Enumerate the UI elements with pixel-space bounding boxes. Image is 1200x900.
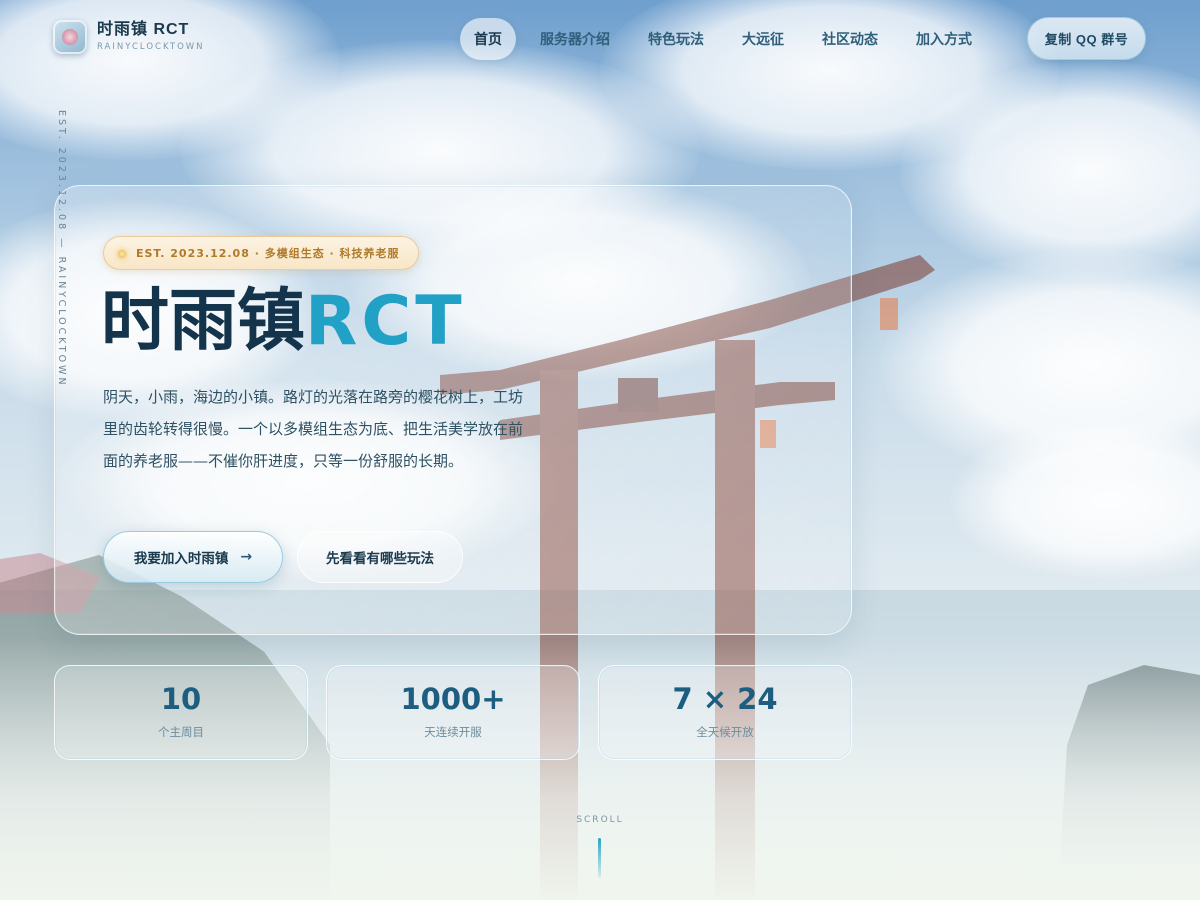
badge-text: EST. 2023.12.08 · 多模组生态 · 科技养老服 (136, 247, 400, 260)
stat-card: 1000+ 天连续开服 (326, 665, 580, 760)
established-badge: EST. 2023.12.08 · 多模组生态 · 科技养老服 (103, 236, 419, 270)
main-nav: 首页 服务器介绍 特色玩法 大远征 社区动态 加入方式 (460, 18, 986, 60)
site-header: 时雨镇 RCT RAINYCLOCKTOWN 首页 服务器介绍 特色玩法 大远征… (0, 0, 1200, 78)
hero-title-en: RCT (305, 282, 466, 361)
brand-subtitle: RAINYCLOCKTOWN (97, 42, 205, 53)
nav-item-home[interactable]: 首页 (460, 18, 516, 60)
join-button[interactable]: 我要加入时雨镇 → (103, 531, 283, 583)
nav-item-join[interactable]: 加入方式 (902, 18, 986, 60)
stat-value: 1000+ (400, 682, 506, 716)
brand-text: 时雨镇 RCT RAINYCLOCKTOWN (97, 22, 205, 52)
nav-item-expedition[interactable]: 大远征 (728, 18, 798, 60)
brand[interactable]: 时雨镇 RCT RAINYCLOCKTOWN (53, 20, 205, 54)
copy-qq-button[interactable]: 复制 QQ 群号 (1027, 17, 1146, 60)
stat-value: 7 × 24 (672, 682, 778, 716)
nav-item-server-intro[interactable]: 服务器介绍 (526, 18, 624, 60)
join-button-label: 我要加入时雨镇 (133, 551, 229, 567)
scroll-indicator-line[interactable] (598, 838, 601, 878)
arrow-right-icon: → (240, 549, 253, 565)
stat-value: 10 (160, 682, 202, 716)
brand-name: 时雨镇 RCT (97, 21, 190, 39)
hero-description: 阴天，小雨，海边的小镇。路灯的光落在路旁的樱花树上，工坊里的齿轮转得很慢。一个以… (103, 388, 524, 470)
explore-features-button[interactable]: 先看看有哪些玩法 (297, 531, 463, 583)
hero-card: EST. 2023.12.08 · 多模组生态 · 科技养老服 时雨镇RCT 阴… (54, 185, 852, 635)
stat-label: 全天候开放 (696, 725, 754, 739)
scroll-label: SCROLL (576, 815, 624, 825)
sakura-logo-icon (53, 20, 87, 54)
stat-card: 7 × 24 全天候开放 (598, 665, 852, 760)
stats-row: 10 个主周目 1000+ 天连续开服 7 × 24 全天候开放 (54, 665, 852, 760)
badge-dot-icon (118, 250, 126, 258)
hero-title-cn: 时雨镇 (101, 281, 306, 361)
nav-item-features[interactable]: 特色玩法 (634, 18, 718, 60)
side-vertical-text: EST. 2023.12.08 — RAINYCLOCKTOWN (56, 110, 67, 388)
stat-label: 天连续开服 (424, 725, 482, 739)
stat-label: 个主周目 (158, 725, 204, 739)
nav-item-community[interactable]: 社区动态 (808, 18, 892, 60)
hero-title: 时雨镇RCT (101, 285, 466, 357)
stat-card: 10 个主周目 (54, 665, 308, 760)
